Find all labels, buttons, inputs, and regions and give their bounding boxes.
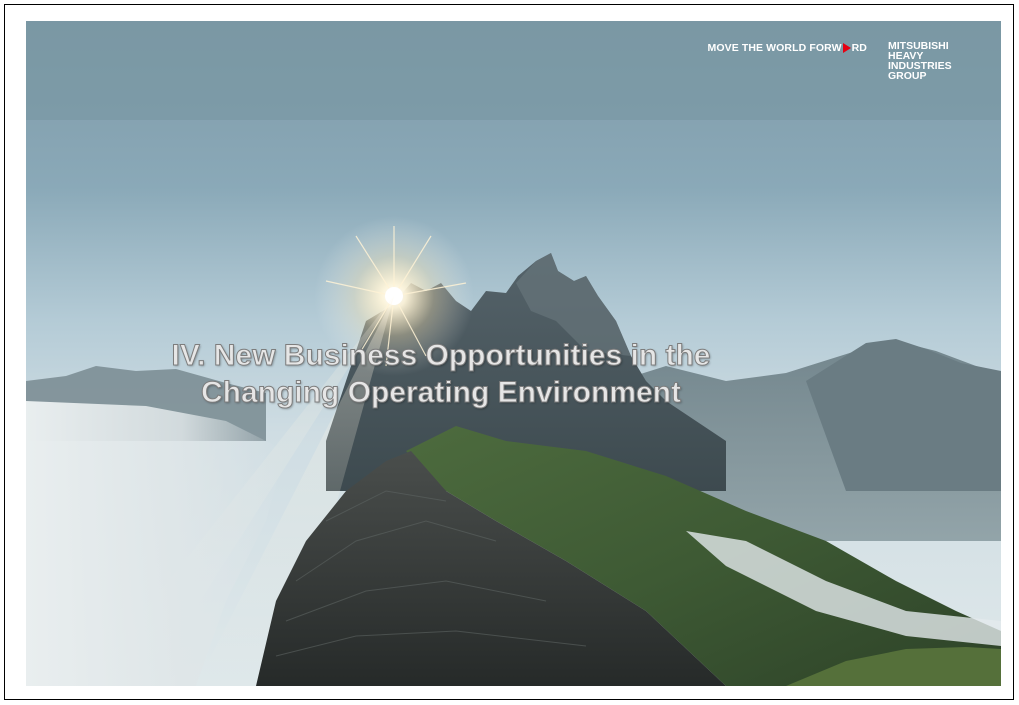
slide-title-line: IV. New Business Opportunities in the bbox=[171, 339, 711, 373]
chevron-right-icon bbox=[842, 43, 851, 53]
title-slide: MOVE THE WORLD FORW RD MITSUBISHI HEAVY … bbox=[26, 21, 1001, 686]
header-band bbox=[26, 21, 1001, 120]
tagline-text-end: RD bbox=[851, 42, 867, 54]
tagline-text-start: MOVE THE WORLD FORW bbox=[707, 42, 842, 54]
company-logo: MITSUBISHI HEAVY INDUSTRIES GROUP bbox=[888, 41, 952, 82]
tagline: MOVE THE WORLD FORW RD bbox=[708, 42, 868, 54]
slide-title: IV. New Business Opportunities in the Ch… bbox=[36, 337, 846, 411]
slide-title-line: Changing Operating Environment bbox=[200, 376, 681, 410]
logo-line: GROUP bbox=[888, 70, 927, 82]
